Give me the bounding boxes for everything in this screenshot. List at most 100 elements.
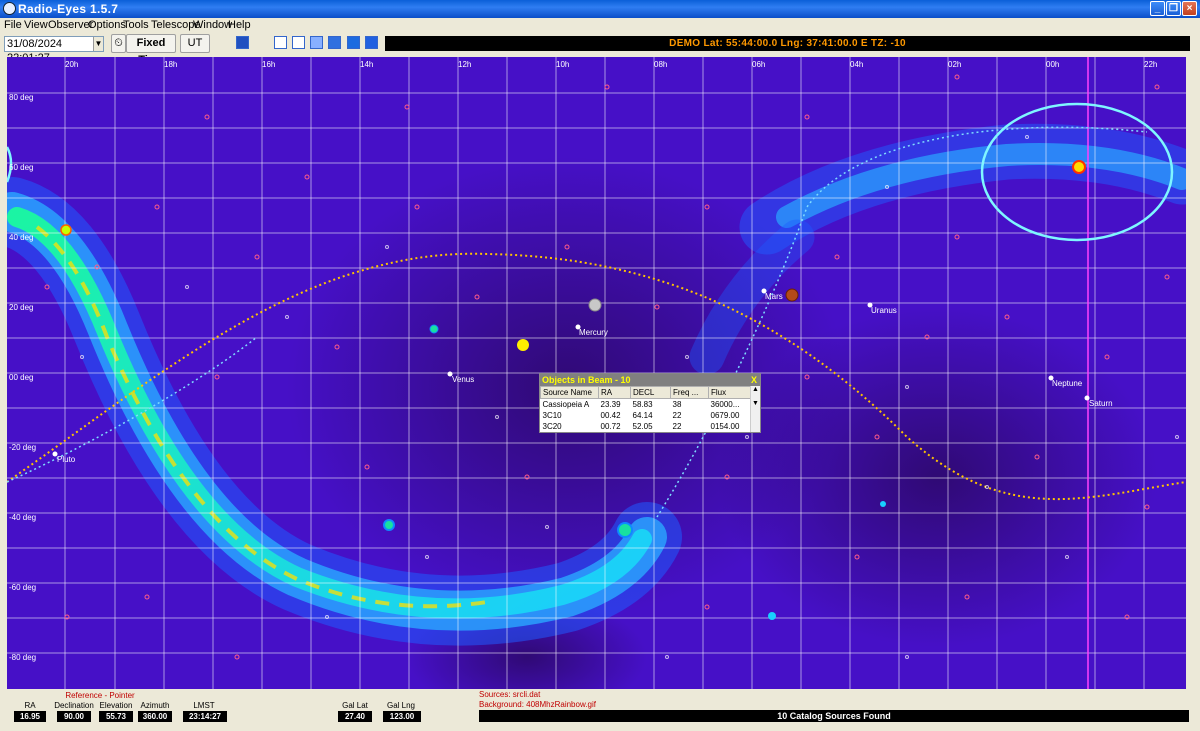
- sources-file-label: Sources: srcli.dat: [479, 690, 541, 699]
- dec-label: -60 deg: [9, 583, 37, 592]
- ra-label: 18h: [164, 60, 178, 69]
- cell-freq: 22: [672, 421, 682, 431]
- ra-label: 16h: [262, 60, 276, 69]
- cell-freq: 22: [672, 410, 682, 420]
- sun-icon[interactable]: [517, 339, 529, 351]
- chevron-down-icon[interactable]: ▼: [93, 37, 103, 51]
- column-header[interactable]: Source Name: [540, 386, 599, 399]
- settings-icon[interactable]: [292, 36, 305, 49]
- info-icon[interactable]: [347, 36, 360, 49]
- cell-ra: 00.72: [600, 421, 621, 431]
- ra-label: 22h: [1144, 60, 1158, 69]
- dec-label: 20 deg: [9, 303, 34, 312]
- menu-file[interactable]: File: [4, 19, 22, 31]
- column-header[interactable]: DECL: [630, 386, 671, 399]
- column-header[interactable]: RA: [598, 386, 631, 399]
- moon-icon[interactable]: [588, 298, 602, 312]
- cell-source: 3C20: [542, 421, 562, 431]
- telescope-icon[interactable]: [236, 36, 249, 49]
- beam-scrollbar[interactable]: ▲ ▼: [750, 386, 760, 432]
- table-header-row: Source Name RA DECL Freq ... Flux: [540, 386, 751, 399]
- ra-label: 10h: [556, 60, 570, 69]
- dec-label: -40 deg: [9, 513, 37, 522]
- elevation-value: 55.73: [99, 711, 133, 722]
- planet-label-venus: Venus: [452, 375, 475, 384]
- planet-label-uranus: Uranus: [871, 306, 897, 315]
- clock-icon[interactable]: ⏲: [111, 34, 126, 53]
- gal-lng-value: 123.00: [383, 711, 421, 722]
- cell-source: Cassiopeia A: [542, 399, 590, 409]
- datetime-picker[interactable]: 31/08/2024 22:01:27: [4, 36, 104, 64]
- dec-label: 40 deg: [9, 233, 34, 242]
- ra-label: 04h: [850, 60, 864, 69]
- planet-label-mars: Mars: [765, 292, 783, 301]
- planet-marker[interactable]: [429, 324, 439, 334]
- sources-found-status: 10 Catalog Sources Found: [479, 710, 1189, 722]
- fixed-time-button[interactable]: Fixed Time: [126, 34, 176, 66]
- ra-label: 08h: [654, 60, 668, 69]
- menu-view[interactable]: View: [24, 19, 48, 31]
- target-icon[interactable]: [365, 36, 378, 49]
- dec-label: 60 deg: [9, 163, 34, 172]
- ra-label: 14h: [360, 60, 374, 69]
- column-header[interactable]: Freq ...: [670, 386, 709, 399]
- title-bar: Radio-Eyes 1.5.7 _ ❐ ×: [0, 0, 1200, 18]
- gal-lat-value: 27.40: [338, 711, 372, 722]
- bright-source[interactable]: [768, 612, 776, 620]
- dec-label: -80 deg: [9, 653, 37, 662]
- bright-source[interactable]: [880, 501, 886, 507]
- ra-label: 12h: [458, 60, 472, 69]
- cassiopeia-a-source[interactable]: [1072, 160, 1086, 174]
- table-row[interactable]: 3C20 00.72 52.05 22 0154.00: [541, 421, 751, 432]
- azimuth-value: 360.00: [138, 711, 172, 722]
- planet-label-neptune: Neptune: [1052, 379, 1083, 388]
- gal-lat-label: Gal Lat: [342, 701, 368, 710]
- grid-icon[interactable]: [310, 36, 323, 49]
- rotate-icon[interactable]: [274, 36, 287, 49]
- bottom-status-area: Reference - Pointer RA 16.95 Declination…: [0, 690, 1200, 731]
- mars-icon[interactable]: [785, 288, 799, 302]
- column-header[interactable]: Flux: [708, 386, 751, 399]
- ra-label: 00h: [1046, 60, 1060, 69]
- menu-observer[interactable]: Observer: [48, 19, 93, 31]
- cell-freq: 38: [672, 399, 682, 409]
- cell-ra: 00.42: [600, 410, 621, 420]
- planet-label-pluto: Pluto: [57, 455, 76, 464]
- ut-button[interactable]: UT: [180, 34, 210, 53]
- cell-decl: 52.05: [632, 421, 653, 431]
- table-row[interactable]: Cassiopeia A 23.39 58.83 38 36000...: [541, 399, 751, 410]
- menu-options[interactable]: Options: [88, 19, 126, 31]
- app-icon: [3, 2, 16, 15]
- bright-source[interactable]: [383, 519, 395, 531]
- maximize-button[interactable]: ❐: [1166, 1, 1181, 16]
- window-title: Radio-Eyes 1.5.7: [18, 2, 119, 16]
- objects-in-beam-panel[interactable]: Objects in Beam - 10 X Source Name RA DE…: [539, 373, 761, 433]
- cell-source: 3C10: [542, 410, 562, 420]
- dec-label: -20 deg: [9, 443, 37, 452]
- ra-value: 16.95: [14, 711, 46, 722]
- elevation-label: Elevation: [99, 701, 133, 710]
- declination-label: Declination: [54, 701, 94, 710]
- sky-icon[interactable]: [328, 36, 341, 49]
- table-row[interactable]: 3C10 00.42 64.14 22 0679.00: [541, 410, 751, 421]
- background-file-label: Background: 408MhzRainbow.gif: [479, 700, 596, 709]
- azimuth-label: Azimuth: [140, 701, 170, 710]
- menu-window[interactable]: Window: [193, 19, 232, 31]
- cell-flux: 36000...: [710, 399, 740, 409]
- lmst-label: LMST: [193, 701, 215, 710]
- beam-panel-close-button[interactable]: X: [751, 374, 757, 386]
- minimize-button[interactable]: _: [1150, 1, 1165, 16]
- dark-region: [717, 307, 1157, 647]
- reference-label: Reference - Pointer: [65, 691, 135, 700]
- planet-label-saturn: Saturn: [1089, 399, 1113, 408]
- ra-label: 02h: [948, 60, 962, 69]
- planet-label-mercury: Mercury: [579, 328, 608, 337]
- bright-source[interactable]: [617, 522, 633, 538]
- close-button[interactable]: ×: [1182, 1, 1197, 16]
- observer-status: DEMO Lat: 55:44:00.0 Lng: 37:41:00.0 E T…: [385, 36, 1190, 51]
- menu-tools[interactable]: Tools: [123, 19, 149, 31]
- dec-label: 80 deg: [9, 93, 34, 102]
- cygnus-a-source[interactable]: [60, 224, 72, 236]
- menu-help[interactable]: Help: [228, 19, 251, 31]
- cell-flux: 0154.00: [710, 421, 740, 431]
